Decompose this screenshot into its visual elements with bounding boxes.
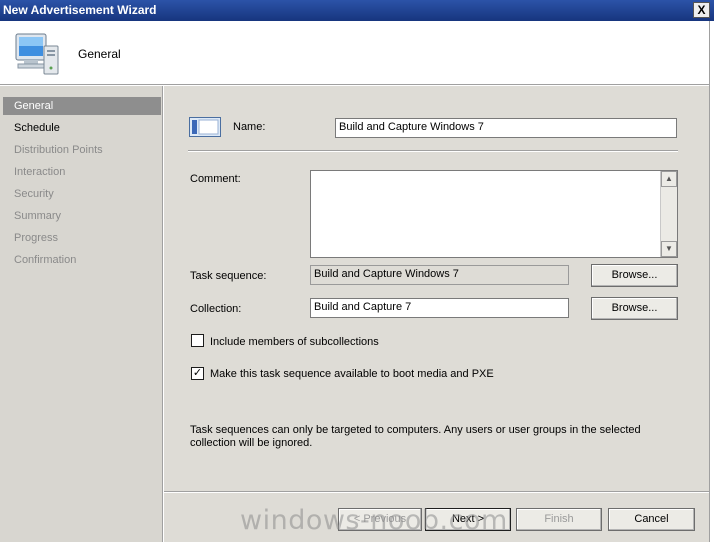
info-note: Task sequences can only be targeted to c… [190,424,641,449]
include-subcollections-checkbox[interactable] [191,334,204,347]
step-schedule[interactable]: Schedule [3,119,161,137]
checkmark-icon: ✓ [192,367,203,379]
window-title: New Advertisement Wizard [3,3,157,17]
collection-label: Collection: [190,303,242,315]
window-right-edge [709,21,714,542]
comment-scrollbar[interactable]: ▲ ▼ [660,171,677,257]
footer-separator [164,491,709,493]
task-sequence-field: Build and Capture Windows 7 [310,265,569,285]
watermark: windows-noob.com [240,505,508,536]
wizard-content: Name: Build and Capture Windows 7 Commen… [164,86,714,542]
include-subcollections-label: Include members of subcollections [210,336,379,348]
comment-textarea[interactable]: ▲ ▼ [310,170,678,258]
step-security: Security [14,188,54,200]
scroll-up-icon[interactable]: ▲ [661,171,677,187]
step-summary: Summary [14,210,62,222]
task-sequence-label: Task sequence: [190,270,267,282]
page-title: General [78,47,121,61]
computer-icon [15,33,59,75]
close-icon: X [697,3,706,17]
boot-media-checkbox[interactable]: ✓ [191,367,204,380]
comment-label: Comment: [190,173,241,185]
step-progress: Progress [14,232,59,244]
wizard-steps-sidebar: General Schedule Distribution Points Int… [0,86,163,542]
close-button[interactable]: X [693,2,710,18]
browse-collection-button[interactable]: Browse... [591,297,678,320]
step-general[interactable]: General [3,97,161,115]
finish-button[interactable]: Finish [516,508,602,531]
cancel-button[interactable]: Cancel [608,508,695,531]
separator [188,150,678,152]
browse-task-sequence-button[interactable]: Browse... [591,264,678,287]
name-input[interactable]: Build and Capture Windows 7 [335,118,677,138]
name-label: Name: [233,121,266,133]
boot-media-label: Make this task sequence available to boo… [210,368,494,380]
wizard-header: General [0,21,714,85]
step-interaction: Interaction [14,166,66,178]
step-distribution-points: Distribution Points [14,144,103,156]
step-confirmation: Confirmation [14,254,77,266]
scroll-down-icon[interactable]: ▼ [661,241,677,257]
advertisement-icon [189,117,221,137]
collection-field[interactable]: Build and Capture 7 [310,298,569,318]
title-bar: New Advertisement Wizard X [0,0,714,21]
